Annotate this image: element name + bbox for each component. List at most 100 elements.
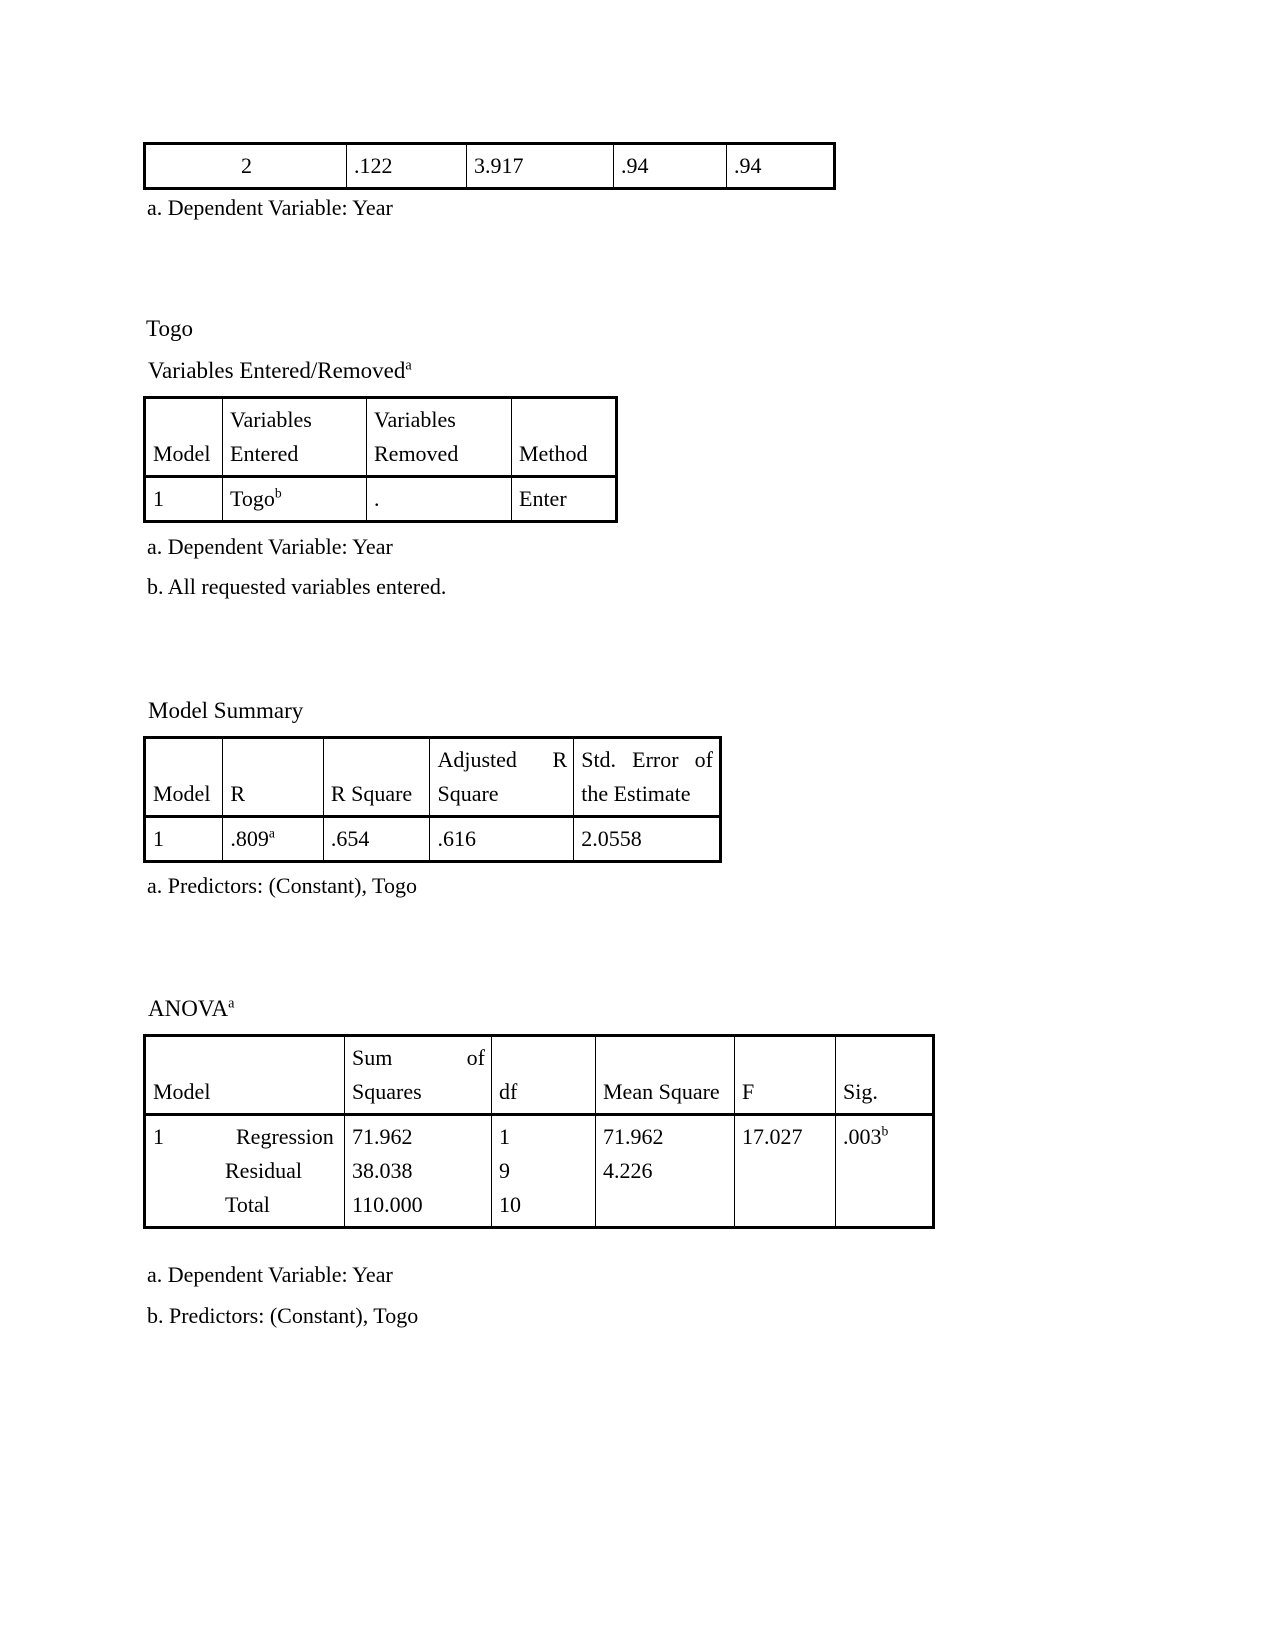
header-r-label: R bbox=[230, 781, 246, 807]
header-df-label: df bbox=[499, 1079, 518, 1105]
header-variables-entered-line2: Entered bbox=[230, 441, 299, 467]
cell-std-error: 2.0558 bbox=[573, 816, 721, 863]
cell-source-regression: 1 Regression bbox=[153, 1120, 338, 1154]
anova-caption: ANOVAa bbox=[148, 995, 234, 1024]
header-model-label: Model bbox=[153, 1079, 211, 1105]
cell-model: 1 bbox=[143, 816, 224, 863]
cell-model-number: 1 bbox=[153, 1124, 164, 1150]
cell-adjusted-r-square: .616 bbox=[429, 816, 575, 863]
table-header-row: Model R R Square Adjusted R Square Std. … bbox=[143, 736, 721, 819]
cell-df-total: 10 bbox=[499, 1192, 521, 1218]
cell-sig-sup: b bbox=[881, 1123, 889, 1139]
table-row: 1 .809a .654 .616 2.0558 bbox=[143, 816, 721, 863]
header-r-square-label: R Square bbox=[330, 781, 413, 807]
cell-sum-of-squares-group: 71.962 38.038 110.000 bbox=[344, 1114, 492, 1229]
cell-sum-of-squares-residual: 38.038 bbox=[352, 1158, 413, 1184]
cell-mean-square-regression: 71.962 bbox=[603, 1124, 664, 1150]
cell-model-source-group: 1 Regression Residual Total bbox=[144, 1114, 345, 1229]
variables-entered-removed-table: Model Variables Entered Variables Remove… bbox=[143, 396, 618, 524]
cell-value-4: .94 bbox=[726, 142, 835, 190]
cell-model: 1 bbox=[144, 476, 223, 523]
cell-r-text: .809 bbox=[230, 826, 269, 852]
model-summary-table: Model R R Square Adjusted R Square Std. … bbox=[143, 736, 722, 864]
cell-df-group: 1 9 10 bbox=[491, 1114, 596, 1229]
header-std-error: Std. Error of the Estimate bbox=[573, 736, 721, 819]
table-header-row: Model Variables Entered Variables Remove… bbox=[144, 396, 617, 479]
cell-f-group: 17.027 bbox=[734, 1114, 836, 1229]
header-model-label: Model bbox=[153, 781, 211, 807]
header-model-label: Model bbox=[153, 441, 211, 467]
header-r-square: R Square bbox=[322, 736, 431, 819]
footnote-variables-a: a. Dependent Variable: Year bbox=[147, 534, 393, 559]
cell-source-regression-label: Regression bbox=[236, 1124, 334, 1150]
anova-caption-sup: a bbox=[228, 995, 235, 1012]
section-heading-togo: Togo bbox=[146, 316, 193, 341]
cell-source-residual: Residual bbox=[225, 1158, 302, 1184]
cell-f-regression: 17.027 bbox=[742, 1124, 803, 1150]
header-variables-removed: Variables Removed bbox=[366, 396, 512, 479]
anova-table: Model Sum of Squares df Mean Square F Si bbox=[143, 1034, 935, 1230]
header-mean-square-label: Mean Square bbox=[603, 1079, 720, 1105]
table-row: 2 .122 3.917 .94 .94 bbox=[144, 142, 835, 190]
cell-sum-of-squares-total: 110.000 bbox=[352, 1192, 423, 1218]
header-sig-label: Sig. bbox=[843, 1079, 878, 1105]
cell-value-3: .94 bbox=[613, 142, 727, 190]
cell-r: .809a bbox=[222, 816, 324, 863]
header-variables-removed-line2: Removed bbox=[374, 441, 459, 467]
header-method: Method bbox=[511, 396, 617, 479]
table-header-row: Model Sum of Squares df Mean Square F Si bbox=[144, 1034, 934, 1117]
footnote-anova-b: b. Predictors: (Constant), Togo bbox=[147, 1303, 419, 1328]
cell-sig-group: .003b bbox=[835, 1114, 934, 1229]
header-adjusted-r-square: Adjusted R Square bbox=[429, 736, 575, 819]
model-summary-caption: Model Summary bbox=[148, 698, 304, 723]
document-page: 2 .122 3.917 .94 .94 a. Dependent Variab… bbox=[0, 0, 1275, 1650]
cell-sig-value: .003 bbox=[843, 1124, 882, 1150]
header-adjusted-r-square-line1: Adjusted R bbox=[437, 747, 568, 772]
header-f: F bbox=[734, 1034, 836, 1117]
header-sig: Sig. bbox=[835, 1034, 934, 1117]
cell-variables-removed: . bbox=[366, 476, 512, 523]
header-sum-of-squares-line1: Sum of bbox=[352, 1045, 485, 1070]
header-f-label: F bbox=[742, 1079, 755, 1105]
footnote-top-a: a. Dependent Variable: Year bbox=[147, 195, 393, 220]
footnote-variables-b: b. All requested variables entered. bbox=[147, 574, 447, 599]
cell-method: Enter bbox=[511, 476, 617, 523]
header-std-error-line2: the Estimate bbox=[581, 781, 691, 807]
footnote-model-summary-a: a. Predictors: (Constant), Togo bbox=[147, 873, 417, 898]
cell-df-regression: 1 bbox=[499, 1124, 510, 1150]
header-method-label: Method bbox=[519, 441, 588, 467]
header-model: Model bbox=[144, 396, 223, 479]
cell-source-total: Total bbox=[225, 1192, 270, 1218]
cell-mean-square-residual: 4.226 bbox=[603, 1158, 653, 1184]
variables-table-caption-sup: a bbox=[405, 357, 412, 374]
anova-caption-text: ANOVA bbox=[148, 996, 229, 1021]
cell-r-square: .654 bbox=[322, 816, 431, 863]
cell-model: 2 bbox=[144, 142, 347, 190]
header-df: df bbox=[491, 1034, 596, 1117]
cell-variables-entered-text: Togo bbox=[230, 486, 275, 512]
variables-table-caption-text: Variables Entered/Removed bbox=[148, 358, 406, 383]
table-row: 1 Togob . Enter bbox=[144, 476, 617, 523]
variables-table-caption: Variables Entered/Removeda bbox=[148, 357, 412, 386]
header-model: Model bbox=[144, 1034, 345, 1117]
footnote-anova-a: a. Dependent Variable: Year bbox=[147, 1262, 393, 1287]
header-variables-entered: Variables Entered bbox=[222, 396, 367, 479]
header-r: R bbox=[222, 736, 324, 819]
header-variables-entered-line1: Variables bbox=[230, 407, 312, 432]
cell-df-residual: 9 bbox=[499, 1158, 510, 1184]
header-adjusted-r-square-line2: Square bbox=[437, 781, 499, 807]
cell-value-2: 3.917 bbox=[466, 142, 614, 190]
cell-variables-entered-sup: b bbox=[274, 485, 282, 501]
cell-mean-square-group: 71.962 4.226 bbox=[595, 1114, 735, 1229]
cell-sum-of-squares-regression: 71.962 bbox=[352, 1124, 413, 1150]
header-sum-of-squares: Sum of Squares bbox=[344, 1034, 492, 1117]
coefficients-continued-table: 2 .122 3.917 .94 .94 bbox=[143, 142, 836, 191]
cell-sig-regression: .003b bbox=[843, 1120, 926, 1154]
header-mean-square: Mean Square bbox=[595, 1034, 735, 1117]
header-variables-removed-line1: Variables bbox=[374, 407, 456, 432]
cell-value-1: .122 bbox=[346, 142, 467, 190]
cell-variables-entered: Togob bbox=[222, 476, 367, 523]
header-model: Model bbox=[143, 736, 224, 819]
header-sum-of-squares-line2: Squares bbox=[352, 1079, 422, 1105]
cell-r-sup: a bbox=[268, 825, 275, 841]
